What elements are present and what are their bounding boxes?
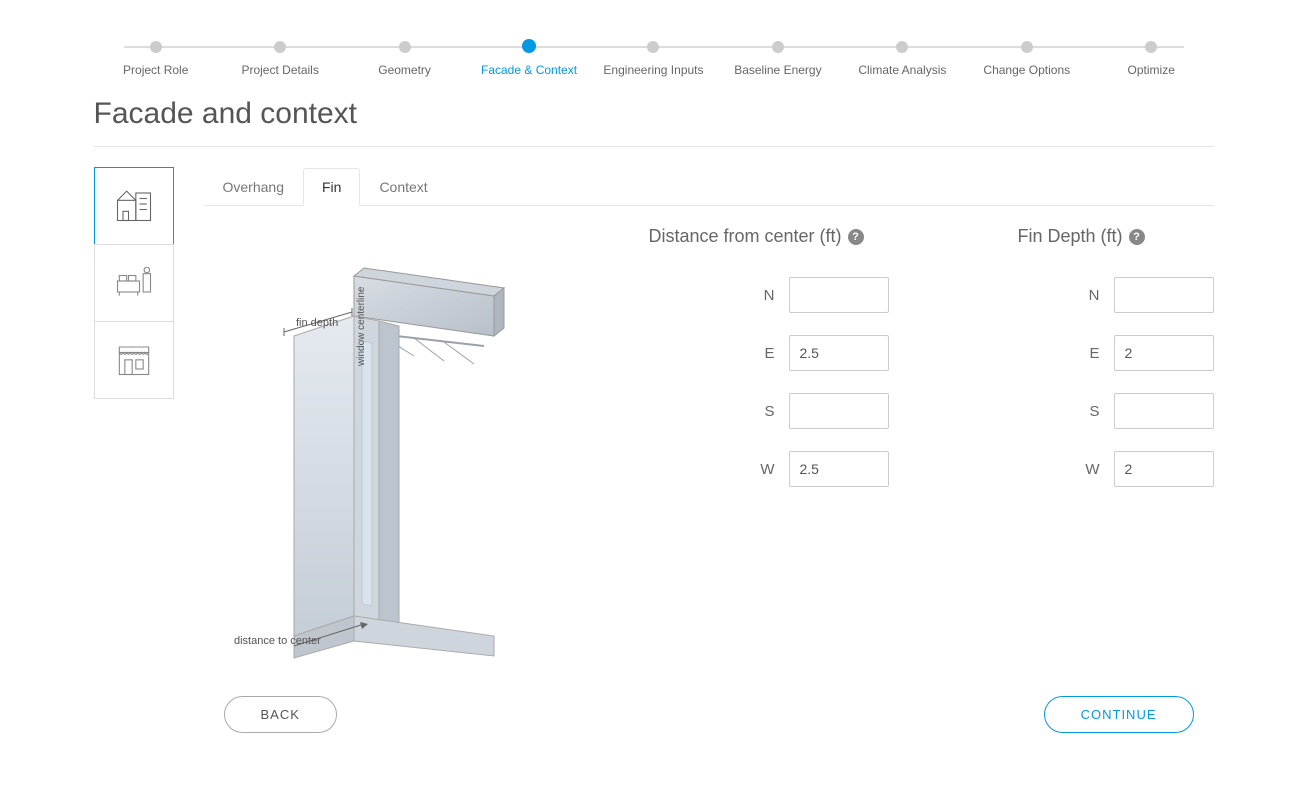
- dir-label: E: [764, 345, 774, 362]
- tab-context[interactable]: Context: [360, 168, 446, 206]
- office-building-icon: [112, 182, 156, 231]
- depth-w-input[interactable]: [1114, 451, 1214, 487]
- step-engineering-inputs[interactable]: Engineering Inputs: [591, 41, 715, 77]
- depth-column: Fin Depth (ft) ? N E S W: [949, 226, 1214, 666]
- step-project-details[interactable]: Project Details: [218, 41, 342, 77]
- dir-label: S: [764, 403, 774, 420]
- dir-label: N: [764, 287, 775, 304]
- step-facade-context[interactable]: Facade & Context: [467, 40, 591, 77]
- progress-stepper: Project Role Project Details Geometry Fa…: [94, 40, 1214, 77]
- help-icon[interactable]: ?: [848, 229, 864, 245]
- sidebar-item-retail[interactable]: [94, 321, 174, 399]
- furniture-icon: [112, 259, 156, 308]
- depth-s-input[interactable]: [1114, 393, 1214, 429]
- step-climate-analysis[interactable]: Climate Analysis: [840, 41, 964, 77]
- distance-s-input[interactable]: [789, 393, 889, 429]
- svg-text:window centerline: window centerline: [356, 286, 367, 367]
- distance-column: Distance from center (ft) ? N E S W: [624, 226, 889, 666]
- fin-diagram: fin depth window centerline distance to …: [204, 226, 584, 666]
- svg-text:distance to center: distance to center: [234, 635, 321, 647]
- depth-header: Fin Depth (ft): [1017, 226, 1122, 247]
- continue-button[interactable]: CONTINUE: [1044, 696, 1194, 733]
- dir-label: W: [1085, 461, 1099, 478]
- step-optimize[interactable]: Optimize: [1089, 41, 1213, 77]
- sidebar-item-residential[interactable]: [94, 244, 174, 322]
- distance-w-input[interactable]: [789, 451, 889, 487]
- depth-e-input[interactable]: [1114, 335, 1214, 371]
- distance-header: Distance from center (ft): [648, 226, 841, 247]
- depth-n-input[interactable]: [1114, 277, 1214, 313]
- step-geometry[interactable]: Geometry: [342, 41, 466, 77]
- distance-n-input[interactable]: [789, 277, 889, 313]
- sidebar-item-office[interactable]: [94, 167, 174, 245]
- tab-overhang[interactable]: Overhang: [204, 168, 303, 206]
- svg-text:fin depth: fin depth: [296, 317, 338, 329]
- dir-label: E: [1089, 345, 1099, 362]
- step-baseline-energy[interactable]: Baseline Energy: [716, 41, 840, 77]
- distance-e-input[interactable]: [789, 335, 889, 371]
- tab-fin[interactable]: Fin: [303, 168, 360, 206]
- divider: [94, 146, 1214, 147]
- step-change-options[interactable]: Change Options: [965, 41, 1089, 77]
- building-type-sidebar: [94, 167, 174, 733]
- step-project-role[interactable]: Project Role: [94, 41, 218, 77]
- dir-label: N: [1089, 287, 1100, 304]
- tabs: Overhang Fin Context: [204, 167, 1214, 206]
- help-icon[interactable]: ?: [1129, 229, 1145, 245]
- dir-label: W: [760, 461, 774, 478]
- dir-label: S: [1089, 403, 1099, 420]
- back-button[interactable]: BACK: [224, 696, 337, 733]
- storefront-icon: [112, 336, 156, 385]
- page-title: Facade and context: [94, 97, 1214, 131]
